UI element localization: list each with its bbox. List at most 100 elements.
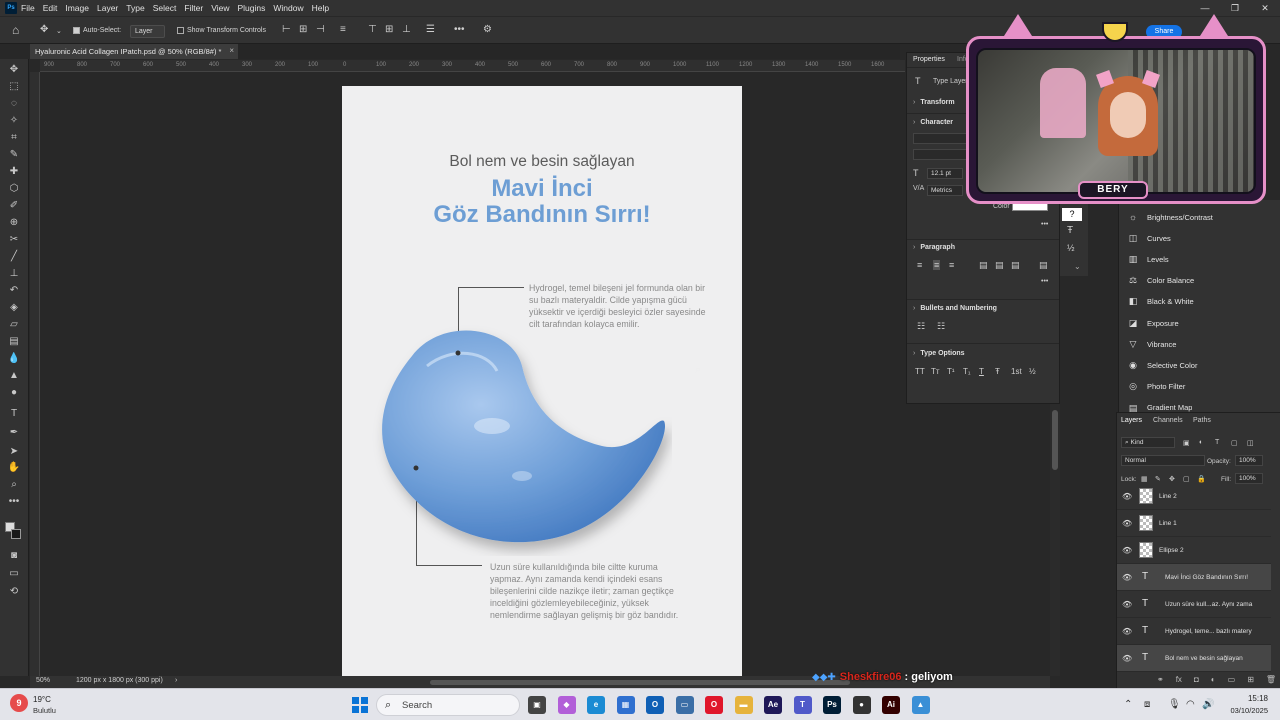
wifi-icon[interactable]: ◠	[1186, 699, 1195, 710]
justify-right-icon[interactable]: ▤	[1011, 260, 1020, 271]
tab-paths[interactable]: Paths	[1193, 417, 1211, 424]
blur-icon[interactable]: 💧	[6, 352, 22, 366]
blend-mode-dropdown[interactable]: Normal	[1121, 455, 1205, 466]
chevron-up-icon[interactable]: ⌃	[1124, 699, 1132, 710]
more-options-icon[interactable]: •••	[454, 24, 465, 35]
layer-filter-dropdown[interactable]: ⌕ Kind	[1121, 437, 1175, 448]
layer-row[interactable]: 👁 Line 1	[1117, 510, 1271, 537]
layer-row[interactable]: 👁 T Mavi İnci Göz Bandının Sırrı!	[1117, 564, 1271, 591]
distribute-vertical-icon[interactable]: ☰	[426, 24, 435, 35]
menu-image[interactable]: Image	[65, 3, 89, 13]
adj-brightness-contrast[interactable]: ☼ Brightness/Contrast	[1127, 212, 1213, 222]
art-title-line2[interactable]: Göz Bandının Sırrı!	[342, 201, 742, 229]
edge-app-icon[interactable]: e	[587, 696, 605, 714]
new-layer-icon[interactable]: ⊞	[1247, 675, 1254, 687]
gear-icon[interactable]: ⚙	[483, 24, 492, 35]
lock-pixels-icon[interactable]: ✎	[1155, 475, 1161, 483]
auto-select-dropdown[interactable]: Layer	[130, 25, 165, 38]
group-icon[interactable]: ▭	[1228, 675, 1236, 687]
lasso-icon[interactable]: ◌	[6, 97, 22, 111]
expand-chevron-icon[interactable]: ⌄	[1074, 262, 1081, 271]
layer-row[interactable]: 👁 Ellipse 2	[1117, 537, 1271, 564]
paint-bucket-icon[interactable]: ◈	[6, 301, 22, 315]
layer-row[interactable]: 👁 T Hydrogel, teme... bazlı matery	[1117, 618, 1271, 645]
adj-selective-color[interactable]: ◉ Selective Color	[1127, 360, 1197, 370]
dodge-icon[interactable]: ●	[6, 386, 22, 400]
filter-shape-icon[interactable]: ▢	[1231, 439, 1238, 447]
section-transform[interactable]: Transform	[913, 99, 954, 106]
store-app-icon[interactable]: ▦	[616, 696, 635, 714]
bullet-list-icon[interactable]: ☷	[917, 321, 925, 332]
fractions-icon[interactable]: ½	[1029, 367, 1036, 376]
align-top-icon[interactable]: ⊤	[368, 24, 377, 35]
close-icon[interactable]: ✕	[1250, 0, 1280, 16]
adj-levels[interactable]: ▥ Levels	[1127, 254, 1169, 264]
weather-description[interactable]: Bulutlu	[33, 706, 56, 715]
mask-icon[interactable]: ◘	[1194, 675, 1199, 687]
superscript-icon[interactable]: T¹	[947, 367, 955, 376]
eye-icon[interactable]: 👁	[1122, 519, 1132, 528]
clone-stamp-icon[interactable]: ⊕	[6, 216, 22, 230]
font-size-field[interactable]: 12.1 pt	[927, 168, 963, 179]
close-tab-icon[interactable]: ×	[229, 46, 234, 55]
eye-icon[interactable]: 👁	[1122, 492, 1132, 501]
layer-row[interactable]: 👁 T Uzun süre kull...az. Aynı zama	[1117, 591, 1271, 618]
subscript-icon[interactable]: T₁	[963, 367, 971, 376]
document-tab[interactable]: Hyaluronic Acid Collagen IPatch.psd @ 50…	[30, 44, 238, 59]
art-paragraph-bottom[interactable]: Uzun süre kullanıldığında bile ciltte ku…	[490, 561, 690, 621]
content-credentials-icon[interactable]: ⟲	[6, 585, 22, 599]
glyphs-icon[interactable]: ?	[1062, 208, 1082, 221]
filter-pixel-icon[interactable]: ▣	[1183, 439, 1190, 447]
section-bullets[interactable]: Bullets and Numbering	[913, 305, 997, 312]
chevron-down-icon[interactable]: ⌄	[56, 27, 62, 35]
copilot-app-icon[interactable]: ◆	[557, 696, 576, 714]
crop-icon[interactable]: ⌗	[6, 131, 22, 145]
strikethrough-icon[interactable]: Ŧ	[995, 367, 1000, 376]
teams-app-icon[interactable]: T	[793, 696, 812, 714]
more-options-icon[interactable]: •••	[1041, 221, 1048, 228]
vertical-scroll-thumb[interactable]	[1052, 410, 1058, 470]
task-view-app-icon[interactable]: ▣	[528, 696, 546, 714]
stamp-icon[interactable]: ⊥	[6, 267, 22, 281]
link-icon[interactable]: ⚭	[1157, 675, 1164, 687]
tab-properties[interactable]: Properties	[913, 56, 945, 63]
tab-channels[interactable]: Channels	[1153, 417, 1183, 424]
opacity-field[interactable]: 100%	[1235, 455, 1263, 466]
menu-type[interactable]: Type	[126, 3, 144, 13]
sharpen-icon[interactable]: ▲	[6, 369, 22, 383]
adj-exposure[interactable]: ◪ Exposure	[1127, 318, 1179, 328]
type-icon[interactable]: T	[6, 407, 22, 421]
adj-color-balance[interactable]: ⚖ Color Balance	[1127, 275, 1194, 285]
menu-file[interactable]: File	[21, 3, 35, 13]
weather-icon[interactable]: 9	[10, 694, 28, 712]
eye-icon[interactable]: 👁	[1122, 573, 1132, 582]
fraction-icon[interactable]: ½	[1067, 243, 1075, 253]
underline-icon[interactable]: T	[979, 367, 984, 376]
menu-plugins[interactable]: Plugins	[237, 3, 265, 13]
adj-vibrance[interactable]: ▽ Vibrance	[1127, 339, 1177, 349]
magic-wand-icon[interactable]: ✧	[6, 114, 22, 128]
illustrator-app-icon[interactable]: Ai	[882, 696, 900, 714]
align-right-text-icon[interactable]: ≡	[949, 260, 954, 270]
trash-icon[interactable]: 🗑	[1266, 675, 1276, 687]
justify-center-icon[interactable]: ▤	[995, 260, 1004, 271]
lock-all-icon[interactable]: 🔒	[1197, 475, 1206, 483]
section-paragraph[interactable]: Paragraph	[913, 244, 955, 251]
windows-start-icon[interactable]	[352, 697, 368, 713]
adj-gradient-map[interactable]: ▤ Gradient Map	[1127, 403, 1193, 412]
menu-view[interactable]: View	[211, 3, 229, 13]
lock-transparent-icon[interactable]: ▦	[1141, 475, 1148, 483]
show-transform-checkbox[interactable]	[177, 27, 184, 34]
eraser-icon[interactable]: ▱	[6, 318, 22, 332]
eye-icon[interactable]: 👁	[1122, 654, 1132, 663]
more-tools-icon[interactable]: •••	[6, 495, 22, 509]
align-bottom-icon[interactable]: ⊥	[402, 24, 411, 35]
clock-date[interactable]: 03/10/2025	[1220, 706, 1268, 715]
brush-icon[interactable]: ╱	[6, 250, 22, 264]
volume-icon[interactable]: 🔊	[1202, 699, 1214, 710]
fx-icon[interactable]: fx	[1176, 675, 1182, 687]
align-left-icon[interactable]: ⊢	[282, 24, 291, 35]
kerning-field[interactable]: Metrics	[927, 185, 963, 196]
section-character[interactable]: Character	[913, 119, 953, 126]
scissors-icon[interactable]: ✂	[6, 233, 22, 247]
